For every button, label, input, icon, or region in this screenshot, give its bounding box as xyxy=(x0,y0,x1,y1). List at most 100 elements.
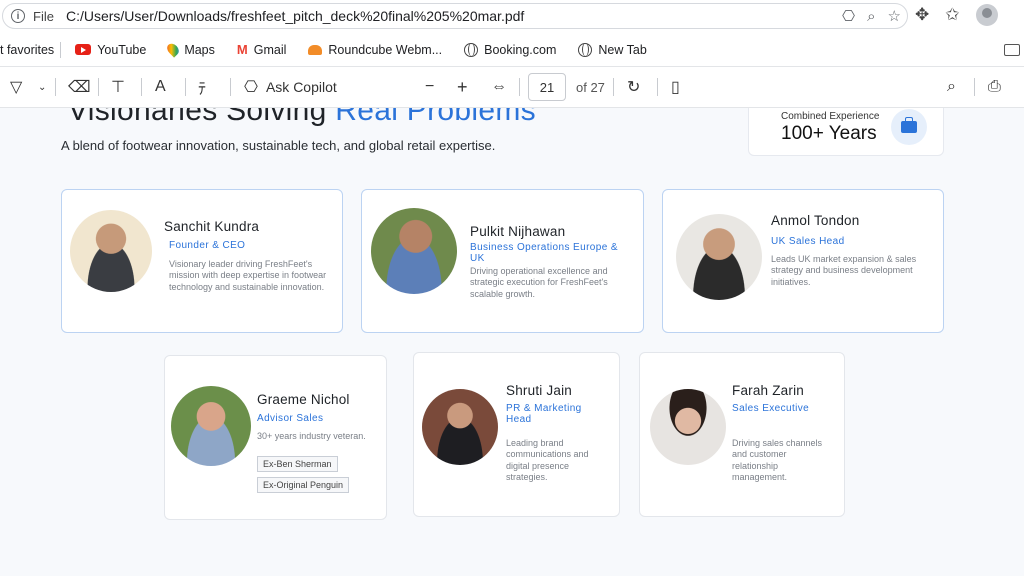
bookmark-label: YouTube xyxy=(97,42,147,57)
member-name: Pulkit Nijhawan xyxy=(470,224,566,239)
globe-icon xyxy=(578,42,593,57)
roundcube-icon xyxy=(308,44,323,55)
experience-card: Combined Experience 100+ Years xyxy=(748,108,944,156)
toolbar-divider xyxy=(974,78,975,96)
gmail-icon: M xyxy=(236,42,248,57)
bookmark-new-tab[interactable]: New Tab xyxy=(578,42,647,57)
extensions-icon[interactable]: ✥ xyxy=(915,5,929,25)
briefcase-icon xyxy=(891,109,927,145)
ask-copilot-label: Ask Copilot xyxy=(265,79,337,95)
headline-text: Visionaries Solving xyxy=(68,108,336,127)
bookmark-label: Booking.com xyxy=(484,42,557,57)
member-role: Business Operations Europe & UK xyxy=(470,242,618,264)
chevron-down-icon[interactable]: ⌄ xyxy=(38,82,46,93)
member-name: Graeme Nichol xyxy=(257,392,350,407)
toolbar-divider xyxy=(185,78,186,96)
experience-value: 100+ Years xyxy=(781,123,877,144)
globe-icon xyxy=(464,42,479,57)
member-description: Driving operational excellence and strat… xyxy=(470,266,608,299)
member-name: Shruti Jain xyxy=(506,383,572,398)
pdf-toolbar: ▽ ⌄ ⌫ ⊤ A ﾃ ⎔ Ask Copilot − + ⇔ 21 of 27… xyxy=(0,67,1024,108)
copilot-icon: ⎔ xyxy=(244,79,258,96)
toolbar-divider xyxy=(55,78,56,96)
url-field[interactable]: i File C:/Users/User/Downloads/freshfeet… xyxy=(2,3,908,29)
team-card: Graeme Nichol Advisor Sales 30+ years in… xyxy=(164,355,387,520)
page-total: of 27 xyxy=(576,79,605,95)
experience-label: Combined Experience xyxy=(781,111,880,122)
toolbar-divider xyxy=(613,78,614,96)
search-icon[interactable]: ⌕ xyxy=(947,78,956,96)
member-role: PR & Marketing Head xyxy=(506,403,582,425)
bookmark-label: Roundcube Webm... xyxy=(328,42,443,57)
bookmark-booking[interactable]: Booking.com xyxy=(464,42,557,57)
member-description: Driving sales channels and customer rela… xyxy=(732,438,823,482)
slide-headline: Visionaries Solving Real Problems xyxy=(68,108,536,128)
favorite-star-icon[interactable]: ☆ xyxy=(888,7,901,25)
text-box-icon[interactable]: ⊤ xyxy=(111,77,125,97)
bookmark-maps[interactable]: Maps xyxy=(165,41,215,58)
file-label: File xyxy=(33,8,54,24)
pdf-page: Visionaries Solving Real Problems A blen… xyxy=(0,108,1024,576)
bookmarks-divider xyxy=(60,41,62,58)
member-description: 30+ years industry veteran. xyxy=(257,431,366,441)
favorites-icon[interactable]: ✩ xyxy=(945,5,959,25)
toolbar-divider xyxy=(519,78,520,96)
member-description: Leading brand communications and digital… xyxy=(506,438,589,482)
profile-avatar[interactable] xyxy=(975,4,998,26)
ask-copilot-button[interactable]: ⎔ Ask Copilot xyxy=(244,77,337,97)
youtube-icon xyxy=(75,44,92,55)
read-aloud-icon[interactable]: A xyxy=(155,78,166,96)
toolbar-divider xyxy=(230,78,231,96)
toolbar-divider xyxy=(657,78,658,96)
member-name: Anmol Tondon xyxy=(771,213,860,228)
headline-accent-text: Real Problems xyxy=(335,108,536,127)
member-role: Advisor Sales xyxy=(257,413,324,424)
team-card: Shruti Jain PR & Marketing Head Leading … xyxy=(413,352,620,517)
avatar xyxy=(371,208,457,294)
member-role: Sales Executive xyxy=(732,403,810,414)
avatar xyxy=(676,214,762,300)
rotate-icon[interactable]: ↻ xyxy=(627,77,640,97)
translate-icon[interactable]: ﾃ xyxy=(198,75,206,99)
fit-width-icon[interactable]: ⇔ xyxy=(491,78,507,96)
team-card: Sanchit Kundra Founder & CEO Visionary l… xyxy=(61,189,343,333)
bookmark-label: New Tab xyxy=(598,42,647,57)
bookmarks-bar: t favorites YouTube Maps M Gmail Roundcub… xyxy=(0,33,1024,67)
slide-subheadline: A blend of footwear innovation, sustaina… xyxy=(61,138,496,153)
member-role: UK Sales Head xyxy=(771,236,845,247)
zoom-icon[interactable]: ⌕ xyxy=(867,8,875,25)
member-description: Visionary leader driving FreshFeet's mis… xyxy=(169,259,327,292)
address-bar: i File C:/Users/User/Downloads/freshfeet… xyxy=(0,0,1024,33)
bookmark-gmail[interactable]: M Gmail xyxy=(237,42,287,57)
draw-icon[interactable]: ▽ xyxy=(10,77,22,97)
toolbar-divider xyxy=(98,78,99,96)
page-number-input[interactable]: 21 xyxy=(528,73,566,101)
avatar xyxy=(650,389,726,465)
team-card: Pulkit Nijhawan Business Operations Euro… xyxy=(361,189,644,333)
bookmark-label: Maps xyxy=(184,42,215,57)
team-card: Farah Zarin Sales Executive Driving sale… xyxy=(639,352,845,517)
avatar xyxy=(70,210,152,292)
info-icon[interactable]: i xyxy=(11,9,25,23)
folder-icon[interactable] xyxy=(1004,43,1020,56)
avatar xyxy=(422,389,498,465)
page-view-icon[interactable]: ▯ xyxy=(671,77,680,97)
member-name: Farah Zarin xyxy=(732,383,804,398)
copilot-icon[interactable]: ⎔ xyxy=(842,7,855,25)
url-text[interactable]: C:/Users/User/Downloads/freshfeet_pitch_… xyxy=(66,8,524,24)
experience-tag: Ex-Original Penguin xyxy=(257,477,350,493)
eraser-icon[interactable]: ⌫ xyxy=(68,77,91,97)
bookmark-youtube[interactable]: YouTube xyxy=(75,43,146,57)
bookmark-favorites[interactable]: t favorites xyxy=(0,43,54,57)
zoom-in-button[interactable]: + xyxy=(457,77,468,98)
zoom-out-button[interactable]: − xyxy=(425,78,434,96)
print-icon[interactable]: ⎙ xyxy=(988,78,1001,96)
team-card: Anmol Tondon UK Sales Head Leads UK mark… xyxy=(662,189,944,333)
bookmark-roundcube[interactable]: Roundcube Webm... xyxy=(308,43,442,57)
experience-tag: Ex-Ben Sherman xyxy=(257,456,338,472)
maps-icon xyxy=(165,41,182,58)
member-name: Sanchit Kundra xyxy=(164,219,260,234)
member-description: Leads UK market expansion & sales strate… xyxy=(771,254,917,287)
toolbar-divider xyxy=(141,78,142,96)
member-role: Founder & CEO xyxy=(169,240,246,251)
